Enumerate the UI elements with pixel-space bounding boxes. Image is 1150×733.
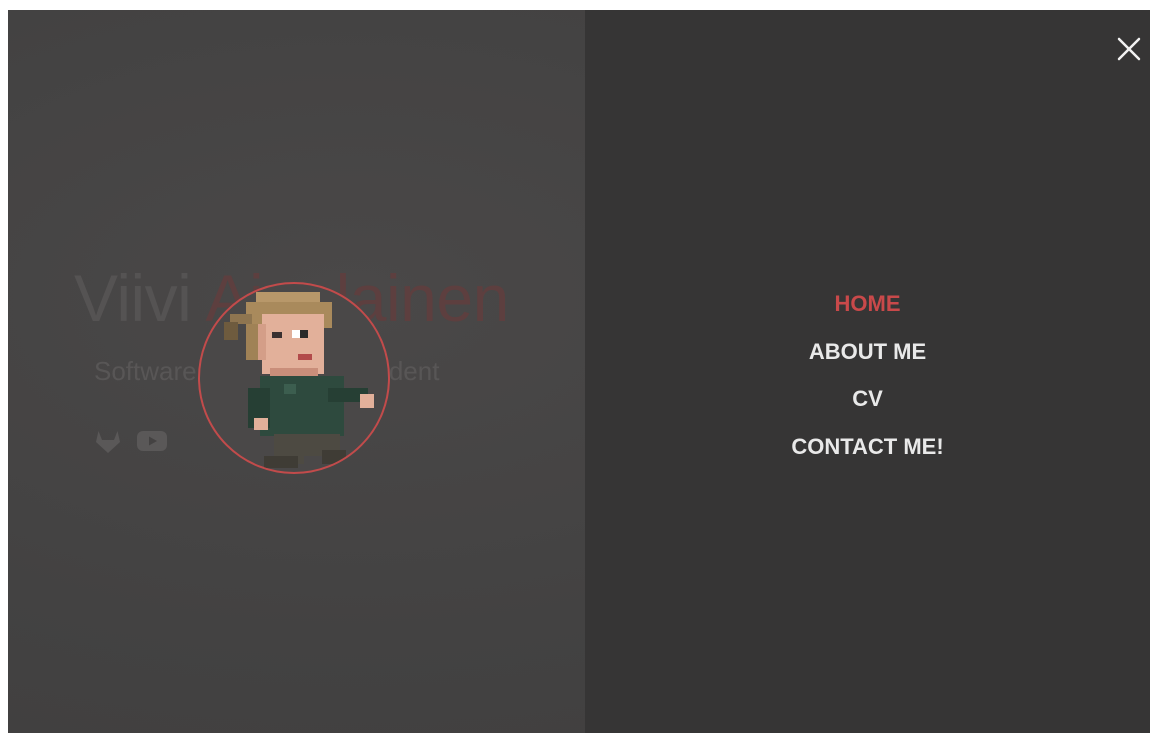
gitlab-icon[interactable] <box>94 428 122 459</box>
hero-name-first: Viivi <box>74 261 192 335</box>
menu-link-contact-me[interactable]: CONTACT ME! <box>791 434 943 459</box>
menu-link-about-me[interactable]: ABOUT ME <box>809 339 926 364</box>
avatar <box>198 282 390 474</box>
menu-item-about-me: ABOUT ME <box>585 338 1150 386</box>
menu-item-home: HOME <box>585 290 1150 338</box>
close-menu-button[interactable] <box>1114 34 1144 64</box>
youtube-icon[interactable] <box>136 430 168 457</box>
menu-item-contact-me: CONTACT ME! <box>585 433 1150 481</box>
menu-link-cv[interactable]: CV <box>852 386 883 411</box>
pixel-character-image <box>224 292 374 468</box>
menu-item-cv: CV <box>585 385 1150 433</box>
menu-link-home[interactable]: HOME <box>835 291 901 316</box>
viewport: Viivi Ainalainen Software Engineering St… <box>8 10 1150 733</box>
social-links <box>94 428 168 459</box>
close-icon <box>1117 37 1141 61</box>
navigation-menu-panel: HOME ABOUT ME CV CONTACT ME! <box>585 10 1150 733</box>
menu-list: HOME ABOUT ME CV CONTACT ME! <box>585 290 1150 480</box>
